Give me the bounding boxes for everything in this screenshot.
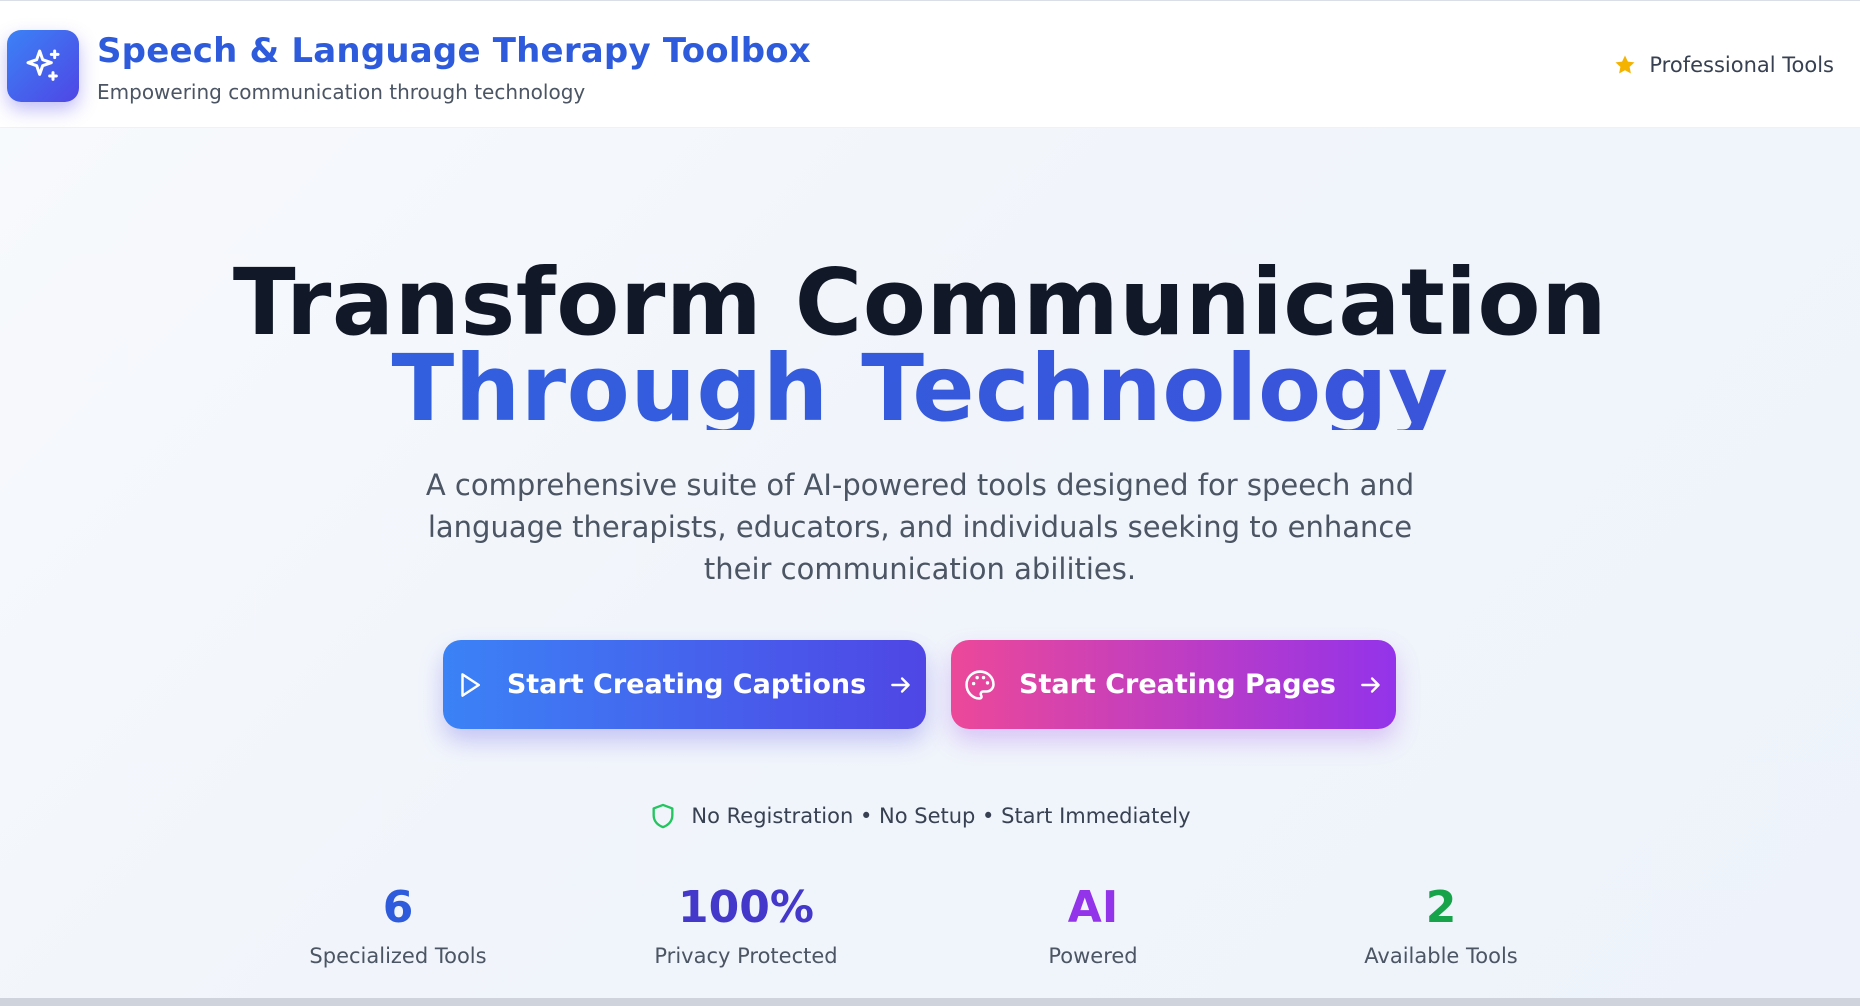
- stat-specialized-tools: 6 Specialized Tools: [248, 878, 548, 968]
- stat-privacy-protected: 100% Privacy Protected: [596, 878, 896, 968]
- stat-label: Specialized Tools: [309, 944, 487, 968]
- stat-label: Available Tools: [1364, 944, 1518, 968]
- trust-line: No Registration • No Setup • Start Immed…: [0, 802, 1840, 830]
- professional-tools-badge: Professional Tools: [1613, 53, 1834, 77]
- hero-description: A comprehensive suite of AI-powered tool…: [425, 468, 1415, 586]
- trust-text: No Registration • No Setup • Start Immed…: [691, 804, 1191, 828]
- app-title: Speech & Language Therapy Toolbox: [97, 31, 811, 71]
- stat-label: Privacy Protected: [654, 944, 838, 968]
- start-creating-pages-label: Start Creating Pages: [1019, 669, 1336, 700]
- app-logo[interactable]: [7, 30, 79, 102]
- sparkles-icon: [26, 49, 60, 81]
- stat-value: AI: [1067, 882, 1119, 933]
- app-header: Speech & Language Therapy Toolbox Empowe…: [0, 0, 1860, 128]
- stat-value: 2: [1425, 882, 1457, 933]
- palette-icon: [965, 669, 995, 700]
- start-creating-captions-label: Start Creating Captions: [506, 669, 867, 700]
- arrow-right-icon: [1361, 676, 1380, 693]
- stat-value: 100%: [678, 882, 814, 933]
- window-bottom-border: [0, 998, 1860, 1006]
- star-icon: [1615, 55, 1635, 74]
- stat-ai-powered: AI Powered: [943, 878, 1243, 968]
- hero-title-line2: Through Technology: [0, 340, 1840, 430]
- start-creating-pages-button[interactable]: Start Creating Pages: [951, 640, 1396, 729]
- page: Speech & Language Therapy Toolbox Empowe…: [0, 0, 1860, 1006]
- app-subtitle: Empowering communication through technol…: [97, 80, 586, 104]
- stat-available-tools: 2 Available Tools: [1291, 878, 1591, 968]
- start-creating-captions-button[interactable]: Start Creating Captions: [443, 640, 926, 729]
- stat-label: Powered: [1048, 944, 1138, 968]
- arrow-right-icon: [891, 676, 910, 693]
- play-icon: [461, 672, 480, 697]
- hero-title-line2-wrapper: Through Technology: [0, 340, 1840, 430]
- shield-icon: [652, 803, 674, 829]
- stat-value: 6: [382, 882, 414, 933]
- professional-tools-label: Professional Tools: [1649, 53, 1834, 77]
